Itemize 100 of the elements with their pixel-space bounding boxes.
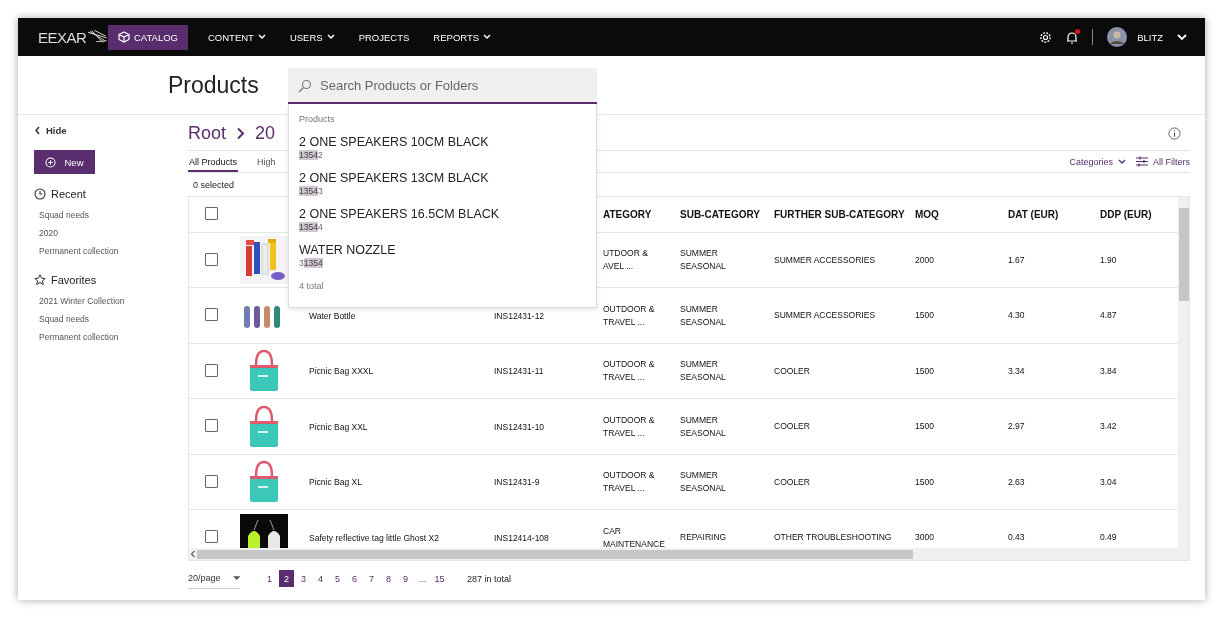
table-cell: 1500 [915,364,934,378]
settings-icon[interactable] [1039,30,1053,44]
hide-sidebar-link[interactable]: Hide [34,125,67,136]
table-cell: 3.42 [1100,420,1117,434]
search-icon [298,79,312,93]
table-cell: OUTDOOR & TRAVEL ... [603,358,655,385]
column-header: DDP (EUR) [1100,208,1152,220]
page-button[interactable]: 5 [330,570,345,587]
checkbox[interactable] [205,530,218,544]
tab[interactable]: All Products [188,151,239,172]
table-cell: 2.97 [1008,420,1025,434]
product-code: INS12431-11 [494,366,544,377]
page-button[interactable]: 9 [398,570,413,587]
chevron-icon [236,127,246,140]
checkbox[interactable] [205,252,218,266]
filter-icon [1136,156,1148,167]
results-count: 4 total [299,281,325,291]
table-cell: 0.43 [1008,531,1025,545]
checkbox[interactable] [205,308,218,322]
column-header: MOQ [915,208,939,220]
categories-dropdown[interactable]: Categories [1069,156,1126,167]
table-cell: 2000 [915,253,934,267]
caret-icon [232,575,240,581]
info-icon[interactable] [1168,127,1181,140]
nav-item[interactable]: PROJECTS [348,24,420,50]
page-button[interactable]: 3 [296,570,311,587]
nav-item[interactable]: CONTENT [198,24,276,50]
user-name[interactable]: BLITZ [1137,31,1163,43]
table-cell: 3.04 [1100,475,1117,489]
table-cell: CAR MAINTENANCE [603,524,665,549]
caret-icon [257,34,266,40]
product-code: INS12431-9 [494,477,540,488]
table-cell: 1500 [915,309,934,323]
page-size-select[interactable]: 20/page [188,568,240,589]
table-cell: 2.63 [1008,475,1025,489]
notifications-icon[interactable] [1066,30,1079,44]
horizontal-scrollbar[interactable] [189,548,1178,560]
nav-item[interactable]: USERS [279,24,345,50]
table-cell: 0.49 [1100,531,1117,545]
page-button[interactable]: ... [415,570,430,587]
avatar[interactable] [1107,27,1128,47]
sidebar-item[interactable]: 2021 Winter Collection [39,296,125,306]
breadcrumb-link[interactable]: 20 [255,123,276,144]
nav-item[interactable]: CATALOG [108,24,188,50]
table-cell: SUMMER ACCESSORIES [774,253,876,267]
table-cell: OUTDOOR & TRAVEL ... [603,413,655,440]
caret-icon [1118,158,1126,165]
product-name: Picnic Bag XXXL [309,366,374,377]
table-cell: SUMMER SEASONAL [680,413,726,440]
checkbox[interactable] [205,419,218,433]
breadcrumb-link[interactable]: Root [188,123,227,144]
table-cell: 3.34 [1008,364,1025,378]
page-button[interactable]: 7 [364,570,379,587]
star-icon [34,274,46,286]
all-filters-button[interactable]: All Filters [1136,156,1190,167]
table-cell: 4.30 [1008,309,1025,323]
page-button[interactable]: 2 [279,570,294,587]
checkbox[interactable] [205,206,218,220]
page-title: Products [168,71,260,99]
page-button[interactable]: 6 [347,570,362,587]
page-button[interactable]: 4 [313,570,328,587]
page-button[interactable]: 1 [262,570,277,587]
sidebar-item[interactable]: Permanent collection [39,246,119,256]
sidebar-item[interactable]: Squad needs [39,210,90,220]
new-button[interactable]: New [34,150,95,174]
plus-icon [45,156,57,168]
scroll-left-icon[interactable] [190,550,196,558]
selection-count: 0 selected [193,180,235,190]
search-field[interactable]: Search Products or Folders [288,68,597,104]
table-cell: 3.84 [1100,364,1117,378]
tab[interactable]: High [256,151,277,172]
table-cell: 3000 [915,531,934,545]
product-name: Picnic Bag XL [309,477,362,488]
checkbox[interactable] [205,363,218,377]
sidebar-item[interactable]: 2020 [39,228,58,238]
chevron-icon [34,126,41,135]
column-header: DAT (EUR) [1008,208,1059,220]
sidebar-item[interactable]: Squad needs [39,314,90,324]
column-header: SUB-CATEGORY [680,208,760,220]
vertical-scrollbar[interactable] [1178,197,1189,560]
nav-item[interactable]: REPORTS [423,24,502,50]
cube-icon [118,31,130,43]
table-cell: 1500 [915,475,934,489]
page-button[interactable]: 15 [432,570,447,587]
caret-icon [483,34,492,40]
section-title: Recent [51,188,86,200]
product-name: Safety reflective tag little Ghost X2 [309,532,439,543]
table-cell: SUMMER ACCESSORIES [774,309,876,323]
table-cell: SUMMER SEASONAL [680,358,726,385]
checkbox[interactable] [205,474,218,488]
results-heading: Products [299,114,336,124]
caret-icon [326,34,335,40]
chevron-icon[interactable] [1177,33,1187,41]
table-cell: OTHER TROUBLESHOOTING [774,531,892,545]
wing-icon [87,29,108,45]
page-button[interactable]: 8 [381,570,396,587]
sidebar-item[interactable]: Permanent collection [39,332,119,342]
table-cell: OUTDOOR & TRAVEL ... [603,469,655,496]
table-cell: REPAIRING [680,531,727,545]
total-count: 287 in total [467,573,512,584]
